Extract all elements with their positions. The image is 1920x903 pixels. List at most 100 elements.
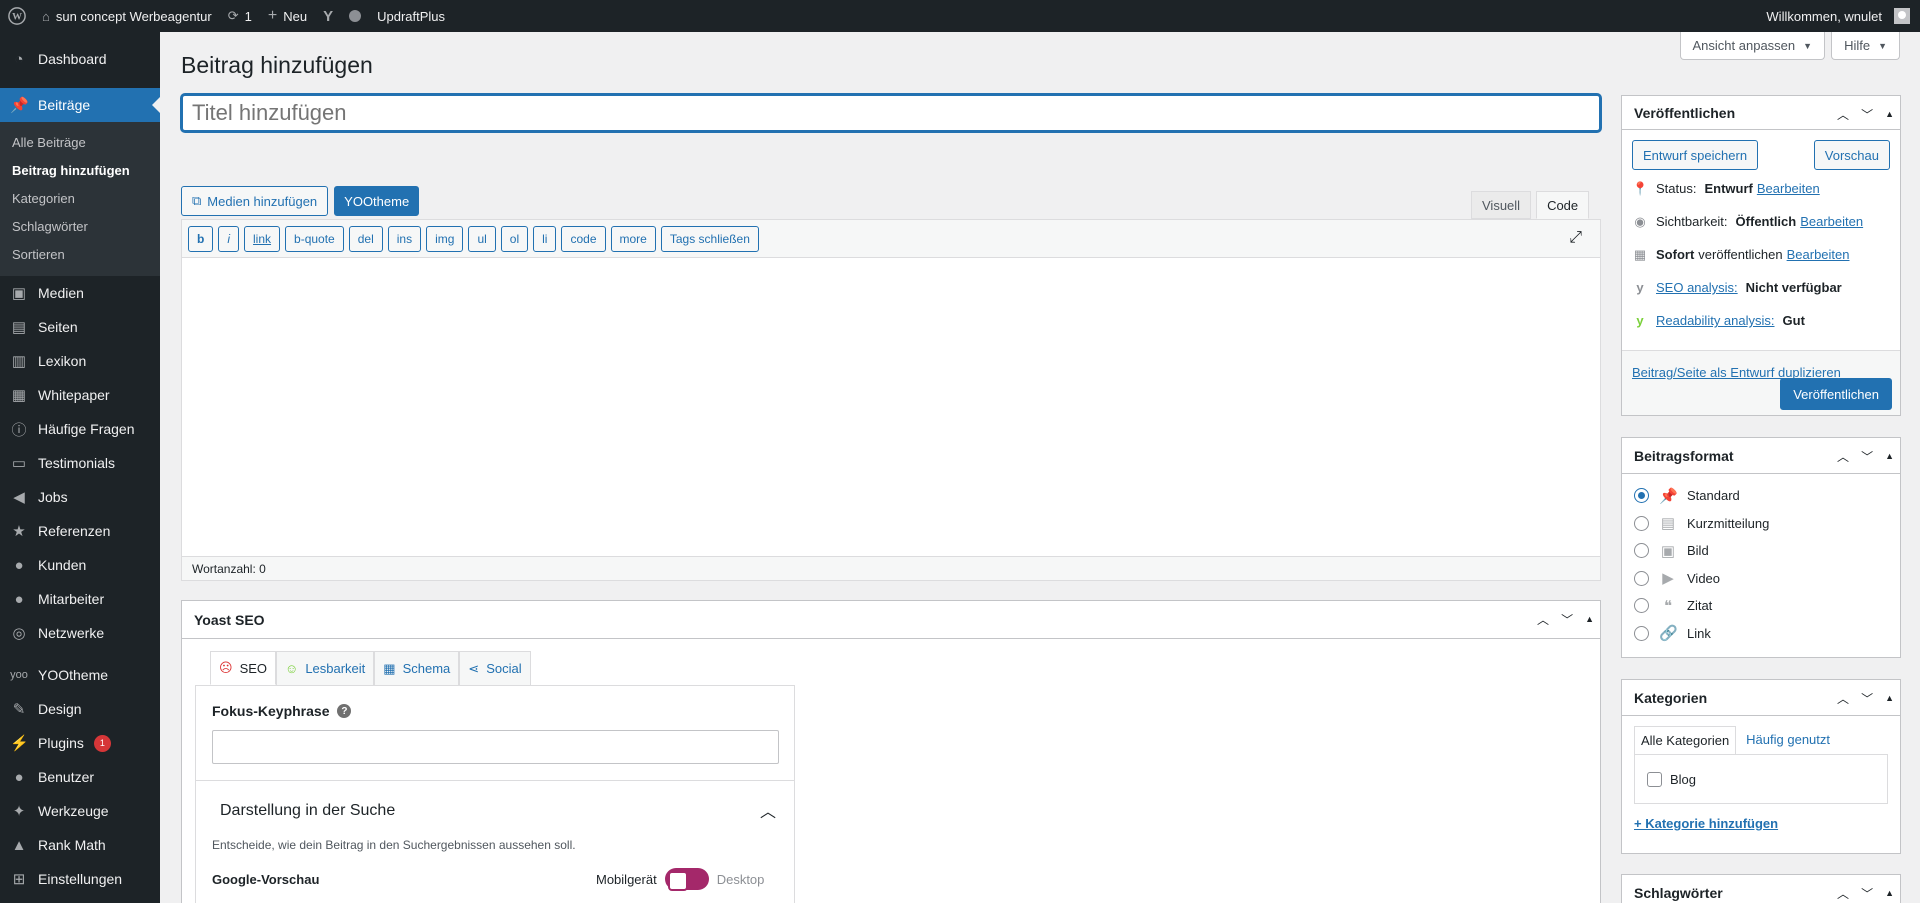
- new-content-link[interactable]: + Neu: [260, 0, 315, 32]
- sidebar-item-networks[interactable]: ◎ Netzwerke: [0, 616, 160, 650]
- updates-link[interactable]: ⟳ 1: [220, 0, 260, 32]
- tab-schema[interactable]: ▦ Schema: [374, 651, 460, 685]
- screen-options-button[interactable]: Ansicht anpassen ▼: [1679, 32, 1826, 60]
- format-option-image[interactable]: ▣ Bild: [1622, 537, 1900, 565]
- add-media-button[interactable]: ⧉ Medien hinzufügen: [181, 186, 329, 216]
- account-menu[interactable]: Willkommen, wnulet: [1758, 0, 1920, 32]
- radio-video[interactable]: [1634, 570, 1649, 586]
- format-option-aside[interactable]: ▤ Kurzmitteilung: [1622, 510, 1900, 538]
- qt-close-tags-button[interactable]: Tags schließen: [660, 225, 759, 252]
- tab-code[interactable]: Code: [1536, 191, 1590, 219]
- qt-del-button[interactable]: del: [348, 225, 383, 252]
- qt-li-button[interactable]: li: [533, 225, 557, 252]
- toggle-triangle-icon[interactable]: ▲: [1885, 888, 1894, 898]
- submenu-categories[interactable]: Kategorien: [0, 185, 160, 213]
- sidebar-item-lexicon[interactable]: ▥ Lexikon: [0, 344, 160, 378]
- chevron-up-icon[interactable]: ︿: [1537, 611, 1549, 628]
- qt-ins-button[interactable]: ins: [387, 225, 422, 252]
- sidebar-item-customers[interactable]: ● Kunden: [0, 548, 160, 582]
- chevron-up-icon[interactable]: ︿: [1837, 690, 1849, 707]
- tab-social[interactable]: ⋖ Social: [459, 651, 531, 685]
- qt-blockquote-button[interactable]: b-quote: [285, 225, 344, 252]
- tab-all-categories[interactable]: Alle Kategorien: [1634, 726, 1737, 755]
- tab-seo[interactable]: ☹ SEO: [210, 651, 277, 685]
- chevron-up-icon[interactable]: ︿: [1837, 448, 1849, 465]
- format-header[interactable]: Beitragsformat ︿ ﹀ ▲: [1622, 438, 1900, 474]
- wordpress-logo-icon[interactable]: W: [0, 0, 34, 32]
- submenu-all-posts[interactable]: Alle Beiträge: [0, 129, 160, 157]
- help-question-icon[interactable]: ?: [337, 704, 352, 718]
- fullscreen-icon[interactable]: ⤢: [1569, 229, 1582, 247]
- radio-link[interactable]: [1634, 625, 1649, 641]
- qt-ol-button[interactable]: ol: [500, 225, 529, 252]
- chevron-up-icon[interactable]: ︿: [1837, 885, 1849, 902]
- sidebar-item-settings[interactable]: ⊞ Einstellungen: [0, 862, 160, 896]
- post-title-input[interactable]: [181, 94, 1601, 132]
- tab-readability[interactable]: ☺ Lesbarkeit: [276, 651, 375, 685]
- toggle-triangle-icon[interactable]: ▲: [1585, 614, 1594, 624]
- chevron-down-icon[interactable]: ﹀: [1861, 885, 1873, 902]
- toggle-triangle-icon[interactable]: ▲: [1885, 693, 1894, 703]
- radio-aside[interactable]: [1634, 515, 1649, 531]
- content-textarea[interactable]: [182, 258, 1600, 556]
- site-name-link[interactable]: ⌂ sun concept Werbeagentur: [34, 0, 220, 32]
- sidebar-item-tools[interactable]: ✦ Werkzeuge: [0, 794, 160, 828]
- qt-more-button[interactable]: more: [610, 225, 656, 252]
- radio-image[interactable]: [1634, 543, 1649, 559]
- qt-code-button[interactable]: code: [561, 225, 606, 252]
- format-option-video[interactable]: ▶ Video: [1622, 565, 1900, 593]
- publish-button[interactable]: Veröffentlichen: [1780, 378, 1892, 410]
- help-button[interactable]: Hilfe ▼: [1831, 32, 1900, 60]
- sidebar-item-testimonials[interactable]: ▭ Testimonials: [0, 446, 160, 480]
- submenu-sort[interactable]: Sortieren: [0, 241, 160, 269]
- sidebar-item-yootheme[interactable]: yoo YOOtheme: [0, 658, 160, 692]
- toggle-triangle-icon[interactable]: ▲: [1885, 451, 1894, 461]
- seo-analysis-link[interactable]: SEO analysis:: [1656, 280, 1738, 295]
- format-option-quote[interactable]: ❝ Zitat: [1622, 592, 1900, 620]
- tab-visual[interactable]: Visuell: [1471, 191, 1532, 219]
- chevron-down-icon[interactable]: ﹀: [1861, 106, 1873, 123]
- radio-quote[interactable]: [1634, 598, 1649, 614]
- qt-italic-button[interactable]: i: [218, 225, 240, 252]
- categories-header[interactable]: Kategorien ︿ ﹀ ▲: [1622, 680, 1900, 716]
- focus-keyphrase-input[interactable]: [212, 730, 779, 764]
- submenu-add-post[interactable]: Beitrag hinzufügen: [0, 157, 160, 185]
- chevron-up-icon[interactable]: ︿: [760, 798, 776, 822]
- readability-link[interactable]: Readability analysis:: [1656, 313, 1775, 328]
- sidebar-item-rankmath[interactable]: ▲ Rank Math: [0, 828, 160, 862]
- sidebar-item-faq[interactable]: ⓘ Häufige Fragen: [0, 412, 160, 446]
- yootheme-button[interactable]: YOOtheme: [334, 186, 420, 216]
- yoast-header[interactable]: Yoast SEO ︿ ﹀ ▲: [182, 601, 1600, 639]
- toggle-triangle-icon[interactable]: ▲: [1885, 109, 1894, 119]
- qt-link-button[interactable]: link: [244, 225, 281, 252]
- sidebar-item-media[interactable]: ▣ Medien: [0, 276, 160, 310]
- sidebar-item-whitepaper[interactable]: ▦ Whitepaper: [0, 378, 160, 412]
- tab-most-used[interactable]: Häufig genutzt: [1736, 726, 1840, 755]
- chevron-down-icon[interactable]: ﹀: [1561, 611, 1573, 628]
- chevron-down-icon[interactable]: ﹀: [1861, 690, 1873, 707]
- sidebar-item-dashboard[interactable]: ◔ Dashboard: [0, 42, 160, 76]
- chevron-down-icon[interactable]: ﹀: [1861, 448, 1873, 465]
- add-category-link[interactable]: + Kategorie hinzufügen: [1634, 816, 1778, 831]
- qt-img-button[interactable]: img: [426, 225, 464, 252]
- sidebar-item-jobs[interactable]: ◀ Jobs: [0, 480, 160, 514]
- publish-header[interactable]: Veröffentlichen ︿ ﹀ ▲: [1622, 96, 1900, 130]
- sidebar-item-references[interactable]: ★ Referenzen: [0, 514, 160, 548]
- submenu-tags[interactable]: Schlagwörter: [0, 213, 160, 241]
- format-option-link[interactable]: 🔗 Link: [1622, 620, 1900, 648]
- qt-ul-button[interactable]: ul: [468, 225, 496, 252]
- status-dot-icon[interactable]: [341, 0, 369, 32]
- sidebar-item-plugins[interactable]: ⚡ Plugins 1: [0, 726, 160, 760]
- edit-visibility-link[interactable]: Bearbeiten: [1800, 214, 1863, 229]
- format-option-standard[interactable]: 📌 Standard: [1622, 482, 1900, 510]
- updraftplus-link[interactable]: UpdraftPlus: [369, 0, 453, 32]
- yoast-adminbar-icon[interactable]: Y: [315, 0, 341, 32]
- chevron-up-icon[interactable]: ︿: [1837, 106, 1849, 123]
- radio-standard[interactable]: [1634, 488, 1649, 504]
- sidebar-item-posts[interactable]: 📌 Beiträge: [0, 88, 160, 122]
- edit-schedule-link[interactable]: Bearbeiten: [1787, 247, 1850, 262]
- edit-status-link[interactable]: Bearbeiten: [1757, 181, 1820, 196]
- preview-button[interactable]: Vorschau: [1813, 140, 1890, 170]
- qt-bold-button[interactable]: b: [188, 225, 214, 252]
- sidebar-item-staff[interactable]: ● Mitarbeiter: [0, 582, 160, 616]
